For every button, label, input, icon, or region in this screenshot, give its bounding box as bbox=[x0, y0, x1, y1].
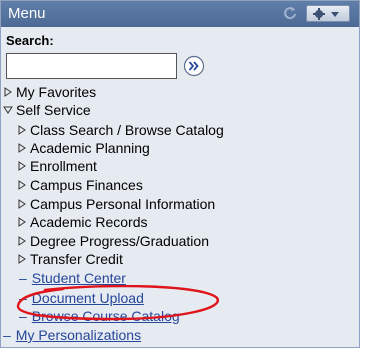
menu-item-degree-progress[interactable]: Degree Progress/Graduation bbox=[17, 232, 209, 250]
link-label[interactable]: Browse Course Catalog bbox=[32, 308, 180, 324]
menu-options-button[interactable] bbox=[306, 5, 350, 22]
gear-icon bbox=[313, 8, 339, 20]
link-browse-course-catalog[interactable]: – Browse Course Catalog bbox=[19, 307, 180, 325]
search-input[interactable] bbox=[6, 53, 177, 79]
menu-item-campus-personal-information[interactable]: Campus Personal Information bbox=[17, 195, 215, 213]
triangle-right-icon bbox=[18, 161, 26, 171]
triangle-right-icon bbox=[18, 199, 26, 209]
link-label[interactable]: My Personalizations bbox=[16, 327, 141, 343]
menu-item-label: Academic Planning bbox=[30, 140, 150, 156]
link-label[interactable]: Document Upload bbox=[32, 290, 144, 306]
menu-item-transfer-credit[interactable]: Transfer Credit bbox=[17, 250, 123, 268]
menu-item-class-search[interactable]: Class Search / Browse Catalog bbox=[17, 121, 287, 139]
triangle-right-icon bbox=[18, 254, 26, 264]
link-my-personalizations[interactable]: – My Personalizations bbox=[3, 326, 141, 344]
menu-item-academic-planning[interactable]: Academic Planning bbox=[17, 139, 150, 157]
menu-title: Menu bbox=[8, 5, 46, 22]
triangle-right-icon bbox=[18, 217, 26, 227]
menu-item-my-favorites[interactable]: My Favorites bbox=[3, 83, 96, 101]
menu-item-label: Degree Progress/Graduation bbox=[30, 233, 209, 249]
menu-item-enrollment[interactable]: Enrollment bbox=[17, 157, 97, 175]
menu-item-campus-finances[interactable]: Campus Finances bbox=[17, 176, 143, 194]
link-label[interactable]: Student Center bbox=[32, 270, 126, 286]
triangle-right-icon bbox=[18, 125, 26, 135]
chevron-down-icon bbox=[331, 12, 339, 17]
menu-item-label: Transfer Credit bbox=[30, 251, 123, 267]
menu-item-label: Class Search / Browse Catalog bbox=[30, 122, 224, 138]
link-document-upload[interactable]: – Document Upload bbox=[19, 289, 144, 307]
menu-item-label: Campus Personal Information bbox=[30, 196, 216, 212]
menu-item-label: My Favorites bbox=[16, 84, 97, 100]
triangle-right-icon bbox=[18, 180, 26, 190]
triangle-down-icon bbox=[3, 106, 13, 114]
menu-item-label: Enrollment bbox=[30, 158, 97, 174]
menu-item-label: Academic Records bbox=[30, 214, 148, 230]
menu-item-academic-records[interactable]: Academic Records bbox=[17, 213, 148, 231]
menu-item-label: Self Service bbox=[16, 102, 91, 118]
triangle-right-icon bbox=[18, 143, 26, 153]
triangle-right-icon bbox=[18, 236, 26, 246]
menu-panel: Menu Search: My Favorites Self Service C… bbox=[0, 0, 360, 348]
triangle-right-icon bbox=[4, 87, 12, 97]
refresh-icon[interactable] bbox=[283, 6, 297, 20]
menu-titlebar: Menu bbox=[1, 1, 359, 27]
search-label: Search: bbox=[6, 33, 54, 48]
menu-item-self-service[interactable]: Self Service bbox=[3, 101, 91, 119]
link-student-center[interactable]: – Student Center bbox=[19, 269, 126, 287]
double-chevron-right-icon bbox=[183, 55, 205, 77]
menu-item-label: Campus Finances bbox=[30, 177, 143, 193]
search-go-button[interactable] bbox=[183, 55, 205, 77]
